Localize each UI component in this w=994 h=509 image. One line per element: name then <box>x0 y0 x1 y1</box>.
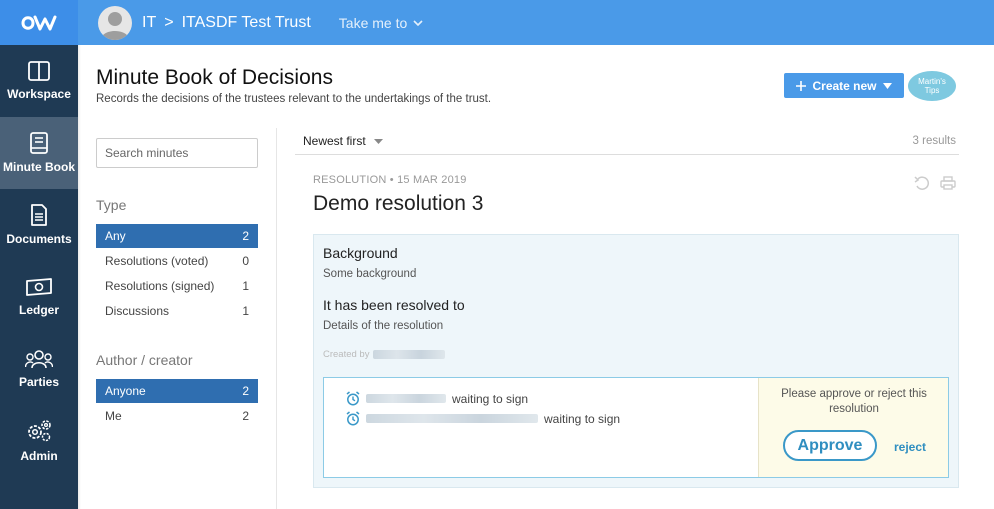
search-input[interactable] <box>96 138 258 168</box>
tips-label-line1: Martin's <box>918 77 946 86</box>
nav-admin-label: Admin <box>20 449 58 463</box>
plus-icon <box>796 80 807 91</box>
approval-panel: Please approve or reject this resolution… <box>758 378 948 477</box>
workspace-icon <box>28 61 50 81</box>
app-logo[interactable] <box>0 0 78 45</box>
type-filter-discussions[interactable]: Discussions 1 <box>96 299 258 323</box>
nav-workspace[interactable]: Workspace <box>0 45 78 117</box>
results-count: 3 results <box>912 135 956 147</box>
background-heading: Background <box>323 245 398 261</box>
chevron-down-icon <box>413 19 423 26</box>
nav-parties[interactable]: Parties <box>0 333 78 405</box>
resolution-kind: RESOLUTION <box>313 174 387 186</box>
type-filter-heading: Type <box>96 197 127 213</box>
tips-label-line2: Tips <box>924 86 940 95</box>
author-filter-anyone[interactable]: Anyone 2 <box>96 379 258 403</box>
logo-icon <box>21 15 57 30</box>
filter-option-label: Resolutions (signed) <box>105 279 215 293</box>
document-icon <box>31 204 47 226</box>
breadcrumb-trust[interactable]: ITASDF Test Trust <box>182 14 311 32</box>
nav-ledger-label: Ledger <box>18 303 59 317</box>
ledger-icon <box>26 278 52 296</box>
type-filter-resolutions-signed[interactable]: Resolutions (signed) 1 <box>96 274 258 298</box>
type-filter-resolutions-voted[interactable]: Resolutions (voted) 0 <box>96 249 258 273</box>
sort-label: Newest first <box>303 134 366 148</box>
avatar[interactable] <box>98 5 132 40</box>
resolved-body: Details of the resolution <box>323 320 444 332</box>
page-subtitle: Records the decisions of the trustees re… <box>96 93 492 105</box>
resolved-heading: It has been resolved to <box>323 297 465 313</box>
caret-down-icon <box>373 138 383 144</box>
nav-ledger[interactable]: Ledger <box>0 261 78 333</box>
background-body: Some background <box>323 268 417 280</box>
column-divider <box>276 128 277 509</box>
author-filter-heading: Author / creator <box>96 352 193 368</box>
redacted-signer-name <box>366 414 538 423</box>
nav-documents[interactable]: Documents <box>0 189 78 261</box>
resolution-date: • 15 MAR 2019 <box>389 174 467 186</box>
print-icon[interactable] <box>940 176 956 190</box>
redacted-creator-name <box>373 350 446 359</box>
author-filter-me[interactable]: Me 2 <box>96 404 258 428</box>
signer-status: waiting to sign <box>452 391 529 406</box>
martins-tips-bubble[interactable]: Martin's Tips <box>908 71 956 101</box>
sidebar: Workspace Minute Book Documents Ledger P… <box>0 0 78 509</box>
resolution-title[interactable]: Demo resolution 3 <box>313 192 483 216</box>
alarm-clock-icon <box>346 411 360 426</box>
create-new-button[interactable]: Create new <box>784 73 904 98</box>
filter-option-count: 0 <box>242 254 249 268</box>
signer-row: waiting to sign <box>346 391 528 406</box>
filter-option-label: Anyone <box>105 384 146 398</box>
caret-down-icon <box>882 82 892 89</box>
take-me-to-label: Take me to <box>338 14 408 31</box>
nav-minute-book[interactable]: Minute Book <box>0 117 78 189</box>
resolution-meta: RESOLUTION • 15 MAR 2019 <box>313 174 467 186</box>
created-by: Created by <box>323 349 446 360</box>
filter-option-label: Resolutions (voted) <box>105 254 209 268</box>
reject-link[interactable]: reject <box>894 440 926 454</box>
user-silhouette-icon <box>101 11 129 40</box>
filter-option-count: 2 <box>242 229 249 243</box>
take-me-to-menu[interactable]: Take me to <box>339 15 423 31</box>
resolution-actions <box>914 176 956 190</box>
alarm-clock-icon <box>346 391 360 406</box>
filter-option-label: Me <box>105 409 122 423</box>
nav-workspace-label: Workspace <box>7 87 71 101</box>
filter-option-count: 1 <box>242 279 249 293</box>
parties-icon <box>25 350 53 369</box>
book-icon <box>30 132 48 154</box>
approve-button[interactable]: Approve <box>783 430 877 461</box>
filter-option-count: 2 <box>242 409 249 423</box>
sidebar-shadow <box>78 45 81 509</box>
signature-panel: waiting to sign waiting to sign Please a… <box>323 377 949 478</box>
nav-minute-book-label: Minute Book <box>3 160 75 174</box>
signer-status: waiting to sign <box>544 411 621 426</box>
filter-option-label: Any <box>105 229 126 243</box>
page-title: Minute Book of Decisions <box>96 66 333 89</box>
resolution-card: Background Some background It has been r… <box>313 234 959 488</box>
nav-parties-label: Parties <box>18 375 60 389</box>
redacted-signer-name <box>366 394 446 403</box>
undo-icon[interactable] <box>914 176 930 190</box>
signer-row: waiting to sign <box>346 411 620 426</box>
filter-option-count: 2 <box>242 384 249 398</box>
created-by-label: Created by <box>323 349 370 360</box>
create-new-label: Create new <box>812 78 877 93</box>
list-divider <box>295 154 959 155</box>
top-bar: IT > ITASDF Test Trust Take me to <box>78 0 994 45</box>
breadcrumb-separator: > <box>164 13 174 31</box>
filter-option-label: Discussions <box>105 304 170 318</box>
sort-dropdown[interactable]: Newest first <box>303 134 383 148</box>
gear-icon <box>28 420 51 442</box>
nav-documents-label: Documents <box>6 232 72 246</box>
filter-option-count: 1 <box>242 304 249 318</box>
nav-admin[interactable]: Admin <box>0 405 78 477</box>
type-filter-any[interactable]: Any 2 <box>96 224 258 248</box>
breadcrumb-org[interactable]: IT <box>142 14 156 32</box>
approve-message: Please approve or reject this resolution <box>781 388 927 415</box>
